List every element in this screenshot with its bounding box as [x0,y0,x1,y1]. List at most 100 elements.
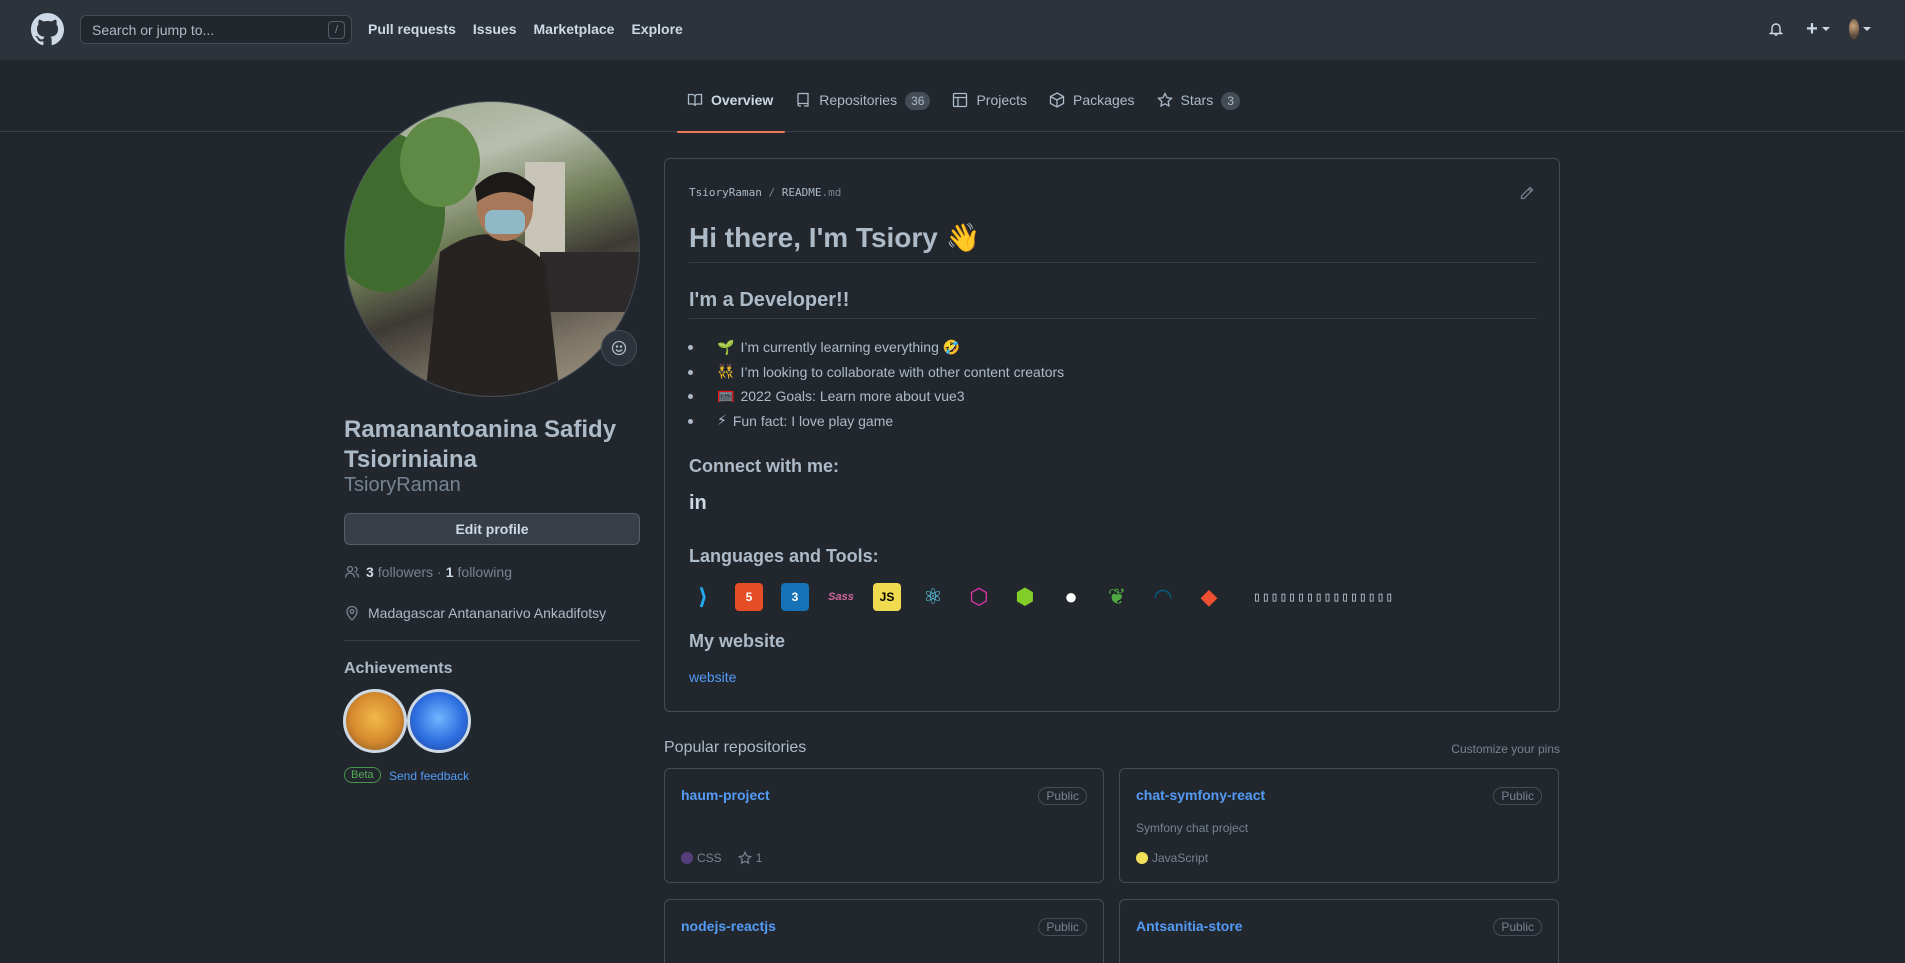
github-logo-icon[interactable] [31,13,64,46]
search-shortcut-key: / [328,21,345,39]
plus-icon: + [1806,18,1818,40]
send-feedback-link[interactable]: Send feedback [389,769,469,783]
followers-count: 3 [366,564,374,580]
following-link[interactable]: 1 following [446,564,512,580]
readme-path-file[interactable]: README [782,186,822,199]
achievement-badge-pull-shark[interactable] [407,689,471,753]
list-item-text: I’m looking to collaborate with other co… [740,363,1065,380]
readme-path-user[interactable]: TsioryRaman [689,186,762,199]
edit-profile-button[interactable]: Edit profile [344,513,640,545]
star-icon [1156,92,1173,108]
profile-fullname: Ramanantoanina Safidy Tsioriniaina [344,416,617,473]
css3-icon: 3 [781,583,809,611]
profile-avatar[interactable] [344,101,640,397]
global-nav: Pull requests Issues Marketplace Explore [368,21,700,37]
goal-net-icon: 🥅 [717,387,735,404]
repo-name-link[interactable]: Antsanitia-store [1136,918,1243,934]
language-color-dot [681,852,693,864]
divider [344,640,640,641]
tab-label: Repositories [819,92,898,108]
followers-label: followers [377,564,434,580]
tab-label: Stars [1180,92,1214,108]
dancers-icon: 👯 [717,363,735,380]
tab-label: Overview [711,92,774,108]
mongodb-icon: ❦ [1107,584,1127,609]
pencil-icon[interactable] [1519,185,1535,201]
repo-meta: CSS 1 [681,851,762,865]
list-item-text: 2022 Goals: Learn more about vue3 [740,388,965,405]
nav-issues[interactable]: Issues [473,21,517,37]
tab-label: Packages [1073,92,1135,108]
repo-meta: JavaScript [1136,851,1208,865]
website-link[interactable]: website [689,669,736,685]
readme-path-separator: / [768,186,776,199]
repo-description: Symfony chat project [1136,821,1249,835]
seedling-icon: 🌱 [717,338,735,355]
people-icon [344,565,360,578]
nav-explore[interactable]: Explore [631,21,682,37]
deno-icon: ● [1064,584,1078,609]
readme-subheading: I'm a Developer!! [689,289,1537,319]
list-item: ⚡ Fun fact: I love play game [687,409,1064,434]
achievements-title: Achievements [344,660,453,677]
list-item-text: I’m currently learning everything 🤣 [740,338,961,355]
tools-icon-row: ⟩ 5 3 Sass JS ⚛ ⬡ ⬢ ● ❦ ◠ ◆ ▯▯▯▯▯▯▯▯▯▯▯▯▯▯▯▯ [689,583,1394,611]
tab-stars[interactable]: Stars 3 [1147,92,1252,132]
set-status-button[interactable] [601,330,637,366]
readme-path-ext: .md [821,186,842,199]
vscode-icon: ⟩ [697,584,709,609]
tab-overview[interactable]: Overview [677,92,786,133]
tab-label: Projects [976,92,1028,108]
repo-name-link[interactable]: chat-symfony-react [1136,787,1265,803]
bell-icon[interactable] [1765,18,1787,40]
visibility-badge: Public [1493,918,1542,936]
achievement-badge-yolo[interactable] [343,689,407,753]
profile-tabbar: Overview Repositories 36 Projects Packag… [0,60,1905,133]
nav-pull-requests[interactable]: Pull requests [368,21,456,37]
chevron-down-icon [1821,27,1830,31]
location-text: Madagascar Antananarivo Ankadifotsy [368,605,607,621]
avatar [1849,19,1859,39]
beta-label: Beta [344,767,381,783]
profile-photo [345,117,639,396]
search-input[interactable]: Search or jump to... / [80,15,352,44]
readme-bullet-list: 🌱 I’m currently learning everything 🤣 👯 I’… [687,335,1065,434]
header-actions: + [1765,18,1871,40]
tab-repositories[interactable]: Repositories 36 [785,92,942,132]
create-new-button[interactable]: + [1806,18,1830,40]
tab-packages[interactable]: Packages [1039,92,1146,132]
website-heading: My website [689,631,786,651]
repo-stars[interactable]: 1 [756,851,763,865]
visibility-badge: Public [1038,918,1087,936]
table-icon [953,92,968,108]
tab-projects[interactable]: Projects [942,92,1039,132]
top-header: Search or jump to... / Pull requests Iss… [0,0,1905,60]
readme-path: TsioryRaman / README.md [689,186,841,199]
readme-card: TsioryRaman / README.md Hi there, I'm Ts… [664,158,1560,712]
star-icon[interactable] [737,851,752,865]
html5-icon: 5 [735,583,763,611]
package-icon [1049,92,1065,108]
linkedin-icon[interactable]: in [689,493,713,515]
customize-pins-link[interactable]: Customize your pins [1451,742,1560,756]
follow-stats: 3 followers · 1 following [344,564,512,580]
repo-name-link[interactable]: haum-project [681,787,770,803]
missing-glyphs-text: ▯▯▯▯▯▯▯▯▯▯▯▯▯▯▯▯ [1253,589,1395,605]
repo-name-link[interactable]: nodejs-reactjs [681,918,776,934]
search-placeholder: Search or jump to... [92,21,215,38]
followers-link[interactable]: 3 followers [366,564,433,580]
repo-card: Antsanitia-store Public [1119,899,1559,963]
repo-icon [797,92,809,107]
repo-card: chat-symfony-react Public Symfony chat p… [1119,768,1559,883]
repositories-count: 36 [905,92,931,110]
following-count: 1 [445,564,454,580]
following-label: following [457,564,512,580]
connect-heading: Connect with me: [689,456,840,476]
repo-language: CSS [697,851,722,865]
smiley-icon [611,340,627,356]
user-menu-button[interactable] [1849,18,1871,40]
nav-marketplace[interactable]: Marketplace [534,21,615,37]
location-icon [346,605,358,621]
repo-card: nodejs-reactjs Public [664,899,1104,963]
nodejs-icon: ⬢ [1015,584,1035,609]
